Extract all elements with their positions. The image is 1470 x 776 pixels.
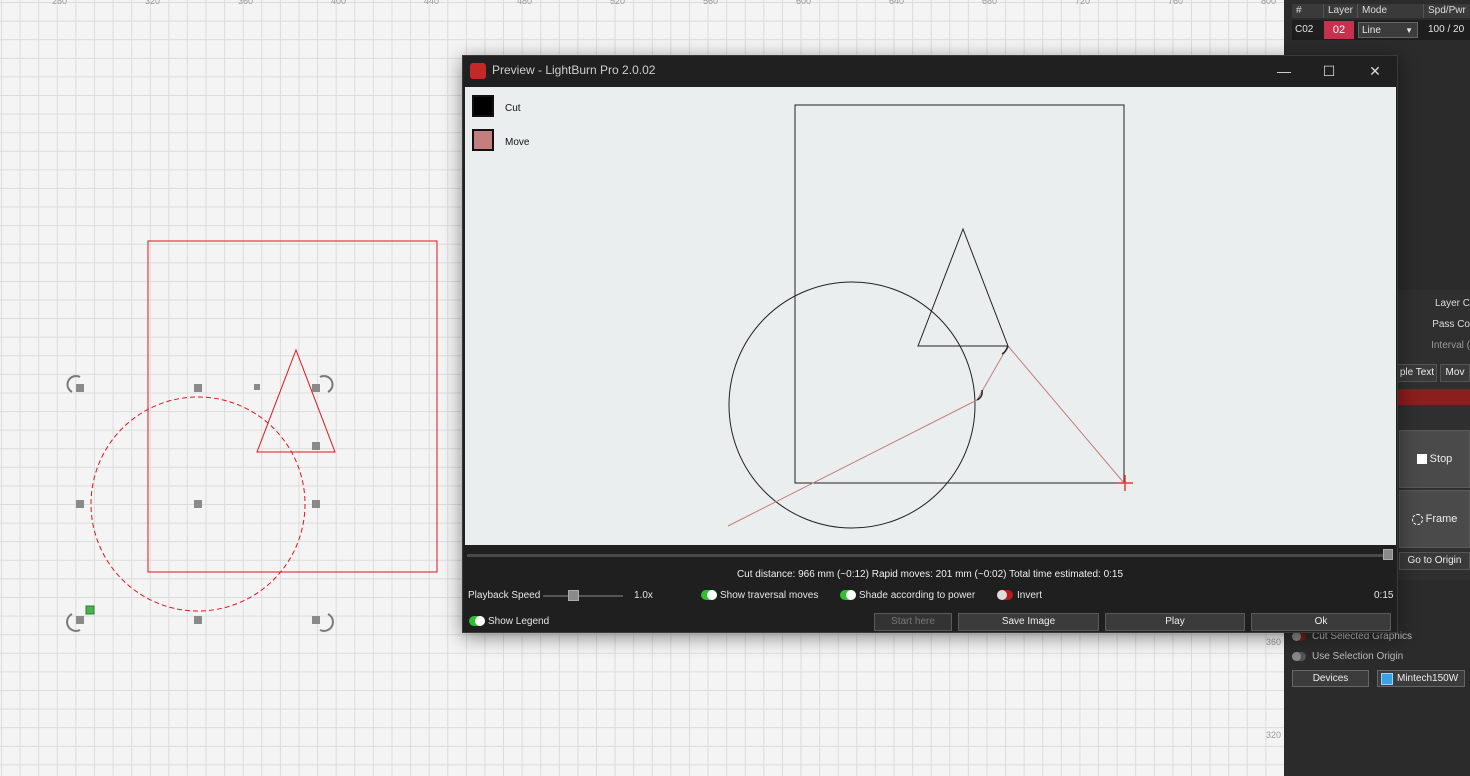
show-traversal-toggle[interactable] — [701, 590, 717, 600]
invert-toggle[interactable] — [997, 590, 1013, 600]
use-selection-origin-toggle[interactable] — [1292, 652, 1306, 661]
use-selection-origin-option[interactable]: Use Selection Origin — [1292, 651, 1403, 662]
layer-color-chip[interactable]: 02 — [1324, 21, 1354, 39]
time-display: 0:15 — [1374, 590, 1394, 601]
design-triangle[interactable] — [256, 348, 336, 453]
chevron-down-icon: ▼ — [1405, 26, 1413, 35]
interval-label: Interval ( — [1431, 340, 1470, 351]
tab-move[interactable]: Mov — [1440, 364, 1470, 382]
design-rectangle[interactable] — [147, 240, 438, 573]
rotate-icon[interactable] — [319, 613, 334, 632]
playback-speed-label: Playback Speed — [468, 590, 541, 601]
progress-bar — [1397, 389, 1470, 405]
frame-button[interactable]: Frame — [1399, 490, 1470, 548]
handle-inner[interactable] — [312, 442, 320, 450]
frame-icon — [1411, 513, 1423, 525]
device-icon — [1381, 672, 1393, 685]
handle-corner-tl[interactable] — [76, 384, 84, 392]
stop-button[interactable]: Stop — [1399, 430, 1470, 488]
tab-sample-text[interactable]: ple Text — [1397, 364, 1437, 382]
job-statistics: Cut distance: 966 mm (~0:12) Rapid moves… — [736, 569, 1124, 580]
playback-speed-handle[interactable] — [568, 590, 579, 601]
timeline-slider[interactable] — [467, 554, 1391, 557]
origin-marker-icon[interactable] — [85, 605, 95, 615]
pass-count-label: Pass Co — [1432, 319, 1470, 330]
device-select[interactable]: Mintech150W — [1377, 670, 1465, 687]
device-name: Mintech150W — [1397, 673, 1459, 684]
close-button[interactable]: ✕ — [1355, 59, 1395, 83]
go-to-origin-button[interactable]: Go to Origin — [1399, 552, 1470, 570]
col-header-spdpwr: Spd/Pwr — [1428, 5, 1466, 16]
col-header-id: # — [1292, 4, 1324, 18]
handle-corner-bl[interactable] — [76, 616, 84, 624]
lead-in-mark — [1001, 345, 1009, 355]
layer-count-label: Layer C — [1434, 298, 1470, 309]
shade-power-label: Shade according to power — [859, 590, 976, 601]
show-traversal-label: Show traversal moves — [720, 590, 819, 601]
stop-label: Stop — [1429, 453, 1453, 465]
preview-toolpath — [727, 104, 1133, 529]
preview-triangle — [917, 227, 1009, 347]
timeline-handle[interactable] — [1383, 549, 1393, 560]
frame-label: Frame — [1425, 513, 1458, 525]
handle-bottom[interactable] — [194, 616, 202, 624]
cuts-table-header: # Layer Mode Spd/Pwr — [1292, 4, 1470, 18]
handle-corner-br[interactable] — [312, 616, 320, 624]
shade-power-toggle[interactable] — [840, 590, 856, 600]
col-header-layer: Layer — [1324, 4, 1358, 18]
window-title: Preview - LightBurn Pro 2.0.02 — [492, 63, 656, 77]
mode-select[interactable]: Line ▼ — [1358, 22, 1418, 38]
handle-left[interactable] — [76, 500, 84, 508]
preview-controls: Cut distance: 966 mm (~0:12) Rapid moves… — [463, 545, 1397, 632]
traversal-move — [1007, 345, 1125, 484]
invert-label: Invert — [1017, 590, 1043, 601]
rotate-icon[interactable] — [319, 375, 334, 393]
playback-speed-slider[interactable] — [543, 595, 623, 597]
maximize-button[interactable]: ☐ — [1309, 59, 1349, 83]
use-selection-origin-label: Use Selection Origin — [1312, 651, 1404, 662]
ok-button[interactable]: Ok — [1251, 613, 1391, 631]
start-here-button[interactable]: Start here — [874, 613, 952, 631]
col-header-mode: Mode — [1358, 4, 1424, 18]
preview-circle — [728, 281, 976, 529]
play-button[interactable]: Play — [1105, 613, 1245, 631]
cut-selected-toggle[interactable] — [1292, 632, 1306, 641]
show-legend-label: Show Legend — [488, 616, 550, 627]
lightburn-logo-icon — [470, 63, 486, 79]
traversal-move — [727, 399, 978, 527]
preview-canvas[interactable]: Cut Move — [465, 87, 1396, 545]
stop-icon — [1416, 454, 1427, 464]
speed-power-value: 100 / 20 — [1428, 24, 1465, 35]
handle-corner-tr[interactable] — [312, 384, 320, 392]
playback-speed-value: 1.0x — [634, 590, 653, 601]
preview-titlebar[interactable]: Preview - LightBurn Pro 2.0.02 — ☐ ✕ — [463, 56, 1397, 86]
preview-window: Preview - LightBurn Pro 2.0.02 — ☐ ✕ Cut… — [462, 55, 1398, 633]
cut-layer-row[interactable]: C02 02 Line ▼ 100 / 20 — [1292, 20, 1470, 40]
handle-top-small[interactable] — [254, 384, 260, 390]
save-image-button[interactable]: Save Image — [958, 613, 1099, 631]
handle-top[interactable] — [194, 384, 202, 392]
cut-id: C02 — [1295, 24, 1314, 35]
preview-rectangle — [794, 104, 1125, 484]
minimize-button[interactable]: — — [1264, 59, 1304, 83]
selection-handles[interactable] — [76, 384, 320, 624]
mode-value: Line — [1362, 25, 1381, 36]
devices-button[interactable]: Devices — [1292, 670, 1369, 687]
handle-center[interactable] — [194, 500, 202, 508]
handle-right[interactable] — [312, 500, 320, 508]
show-legend-toggle[interactable] — [469, 616, 485, 626]
